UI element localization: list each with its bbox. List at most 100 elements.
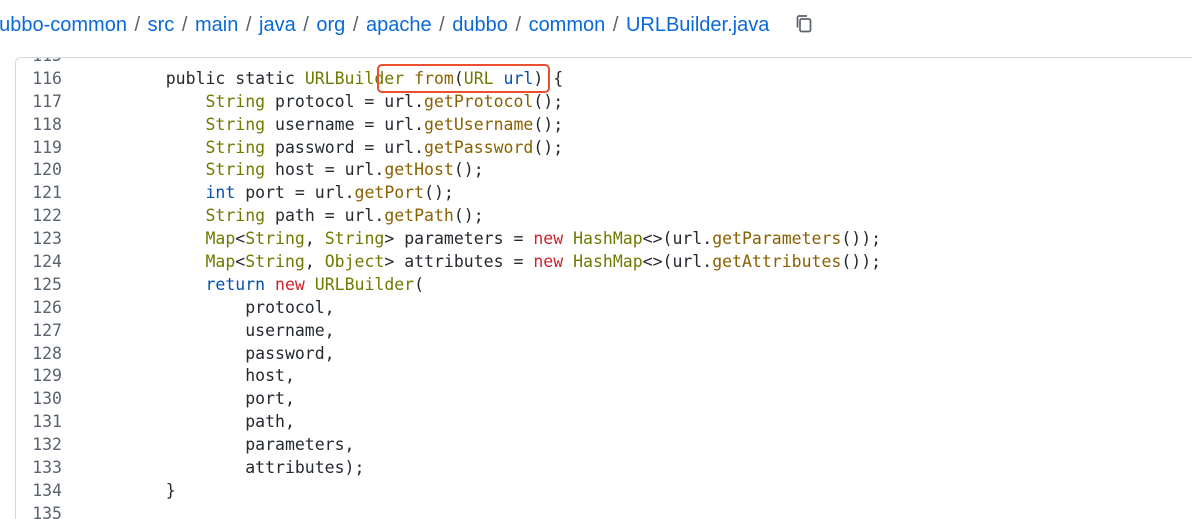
code-token: ( [414,274,425,294]
code-token: <>(url. [642,252,713,272]
line-number[interactable]: 126 [16,297,62,320]
copy-path-button[interactable] [792,11,818,37]
code-token: (); [453,160,484,180]
breadcrumb-item-src[interactable]: src [148,14,175,36]
line-number[interactable]: 127 [16,320,62,343]
code-line: 117 String protocol = url.getProtocol(); [16,91,1192,114]
code-token: ()); [841,252,882,272]
code-token: protocol, [126,297,335,317]
line-number[interactable]: 120 [16,159,62,182]
line-number[interactable]: 124 [16,251,62,274]
line-number[interactable]: 128 [16,343,62,366]
code-token: new [275,274,305,294]
breadcrumb-separator: / [240,14,258,36]
code-text: String username = url.getUsername(); [126,114,563,137]
code-token: return [205,274,266,294]
breadcrumb-item-main[interactable]: main [195,14,238,36]
code-token: > parameters = [384,229,534,249]
line-number[interactable]: 116 [16,68,62,91]
code-token: getUsername [424,114,534,134]
code-token: ) { [533,68,564,88]
code-token: } [126,480,176,500]
code-line: 125 return new URLBuilder( [16,274,1192,297]
line-number[interactable]: 115 [16,58,62,68]
code-line: 132 parameters, [16,434,1192,457]
code-token: , [304,252,325,272]
line-number[interactable]: 129 [16,365,62,388]
breadcrumb-separator: / [347,14,364,36]
code-token: HashMap [573,229,643,249]
breadcrumb-bar: dubbo-common / src / main / java / org /… [0,0,1192,52]
code-line: 130 port, [16,388,1192,411]
code-token: URLBuilder [304,68,405,88]
line-number[interactable]: 119 [16,137,62,160]
code-token: <>(url. [642,229,713,249]
line-number[interactable]: 131 [16,411,62,434]
line-number[interactable]: 118 [16,114,62,137]
code-token: password = url. [265,137,425,157]
code-token: Map [205,229,236,249]
code-view: 115116 public static URLBuilder from(URL… [15,57,1192,519]
breadcrumb: dubbo-common / src / main / java / org /… [0,12,769,38]
breadcrumb-item-apache[interactable]: apache [366,14,432,36]
line-number[interactable]: 117 [16,91,62,114]
line-number[interactable]: 122 [16,205,62,228]
line-number[interactable]: 121 [16,182,62,205]
code-token: host, [126,366,295,386]
code-line: 121 int port = url.getPort(); [16,182,1192,205]
code-line: 131 path, [16,411,1192,434]
code-text: Map<String, String> parameters = new Has… [126,228,881,251]
code-text: String path = url.getPath(); [126,205,484,228]
code-text: parameters, [126,434,354,457]
line-number[interactable]: 135 [16,503,62,519]
code-line: 119 String password = url.getPassword(); [16,137,1192,160]
breadcrumb-current-file: URLBuilder.java [625,14,770,36]
line-number[interactable]: 132 [16,434,62,457]
code-token: ()); [841,229,882,249]
code-line: 127 username, [16,320,1192,343]
line-number[interactable]: 133 [16,457,62,480]
code-token: String [245,229,305,249]
breadcrumb-separator: / [128,14,146,36]
breadcrumb-item-org[interactable]: org [316,14,345,36]
code-token: String [205,206,266,226]
breadcrumb-item-dubbo[interactable]: dubbo [452,14,508,36]
line-number[interactable]: 125 [16,274,62,297]
code-token: (); [533,91,564,111]
code-token: getPath [384,206,454,226]
code-token: < [235,252,246,272]
code-token: URL [463,68,494,88]
code-line: 120 String host = url.getHost(); [16,159,1192,182]
line-number[interactable]: 123 [16,228,62,251]
code-text: username, [126,320,334,343]
code-line: 126 protocol, [16,297,1192,320]
line-number[interactable]: 130 [16,388,62,411]
code-token: url [503,68,534,88]
code-token: getPort [354,183,425,203]
code-token: new [533,252,564,272]
code-text: port, [126,388,295,411]
code-text: attributes); [126,457,364,480]
code-line: 115 [16,58,1192,68]
code-token: (); [533,114,564,134]
code-text: password, [126,343,334,366]
breadcrumb-item-java[interactable]: java [259,14,296,36]
code-line: 122 String path = url.getPath(); [16,205,1192,228]
code-token: (); [453,206,484,226]
breadcrumb-item-dubbo-common[interactable]: dubbo-common [0,14,127,36]
breadcrumb-item-common[interactable]: common [529,14,606,36]
code-token: Map [205,252,236,272]
line-number[interactable]: 134 [16,480,62,503]
code-line: 123 Map<String, String> parameters = new… [16,228,1192,251]
code-text: path, [126,411,295,434]
breadcrumb-separator: / [509,14,527,36]
code-token: URLBuilder [314,274,415,294]
code-token: (); [533,137,564,157]
